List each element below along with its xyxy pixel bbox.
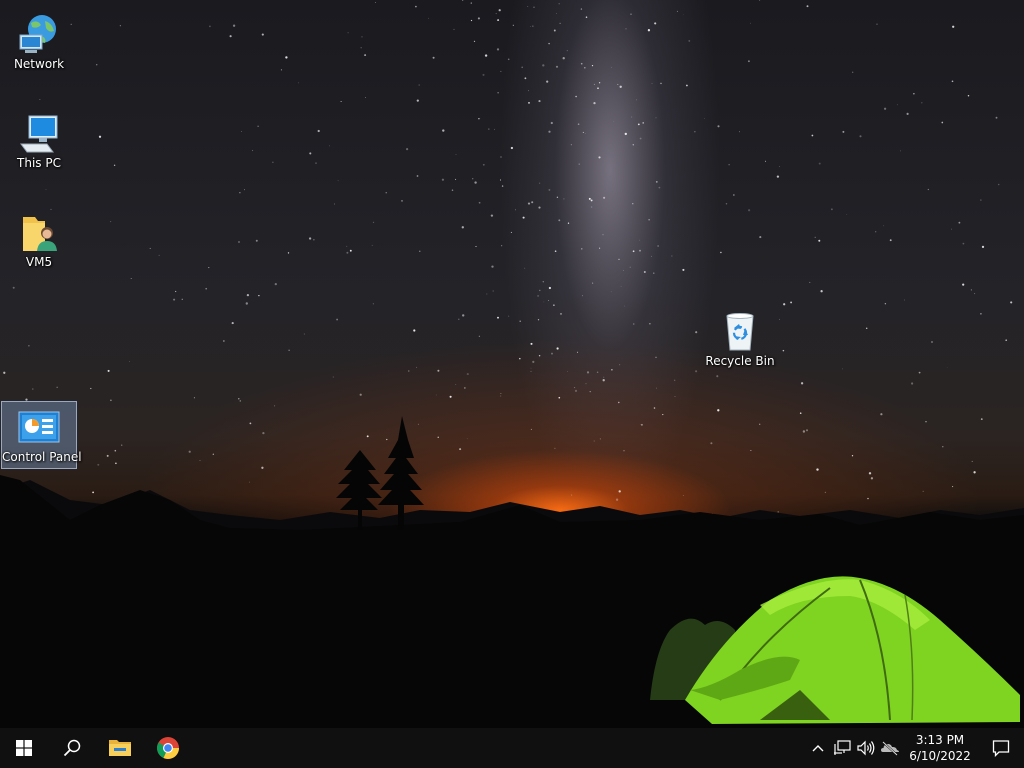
desktop-icon-label: Control Panel (2, 450, 82, 464)
desktop-icon-recycle-bin[interactable]: Recycle Bin (702, 305, 778, 373)
this-pc-icon (20, 115, 58, 153)
chrome-button[interactable] (144, 728, 192, 768)
user-folder-icon (23, 217, 57, 251)
action-center-button[interactable] (978, 728, 1024, 768)
desktop-icon-vm5[interactable]: VM5 (1, 206, 77, 274)
start-button[interactable] (0, 728, 48, 768)
search-icon (63, 739, 81, 757)
clock-date: 6/10/2022 (909, 749, 971, 763)
desktop-icon-this-pc[interactable]: This PC (1, 107, 77, 175)
onedrive-button[interactable] (878, 728, 902, 768)
desktop[interactable]: Network This PC VM5 Recycle Bin Control … (0, 0, 1024, 728)
landscape-wallpaper (0, 416, 1024, 728)
taskbar: 3:13 PM 6/10/2022 (0, 728, 1024, 768)
file-explorer-icon (109, 740, 131, 756)
network-tray-button[interactable] (830, 728, 854, 768)
desktop-icon-network[interactable]: Network (1, 8, 77, 76)
desktop-icon-label: Network (13, 57, 65, 71)
desktop-icon-label: This PC (17, 156, 61, 170)
desktop-icon-control-panel[interactable]: Control Panel (1, 401, 82, 469)
recycle-bin-icon (726, 313, 754, 351)
network-tray-icon (834, 740, 851, 755)
clock-time: 3:13 PM (915, 733, 965, 747)
desktop-icon-label: Recycle Bin (705, 354, 775, 368)
show-hidden-icons-button[interactable] (806, 728, 830, 768)
desktop-icon-label: VM5 (25, 255, 53, 269)
volume-button[interactable] (854, 728, 878, 768)
onedrive-offline-icon (881, 741, 899, 756)
search-button[interactable] (48, 728, 96, 768)
control-panel-icon (18, 411, 60, 443)
file-explorer-button[interactable] (96, 728, 144, 768)
action-center-icon (992, 740, 1010, 757)
volume-icon (857, 740, 875, 756)
network-icon (19, 15, 56, 53)
start-icon (16, 740, 32, 756)
chevron-up-icon (812, 745, 824, 752)
taskbar-clock[interactable]: 3:13 PM 6/10/2022 (902, 732, 978, 764)
chrome-icon (157, 737, 179, 759)
system-tray: 3:13 PM 6/10/2022 (806, 728, 1024, 768)
